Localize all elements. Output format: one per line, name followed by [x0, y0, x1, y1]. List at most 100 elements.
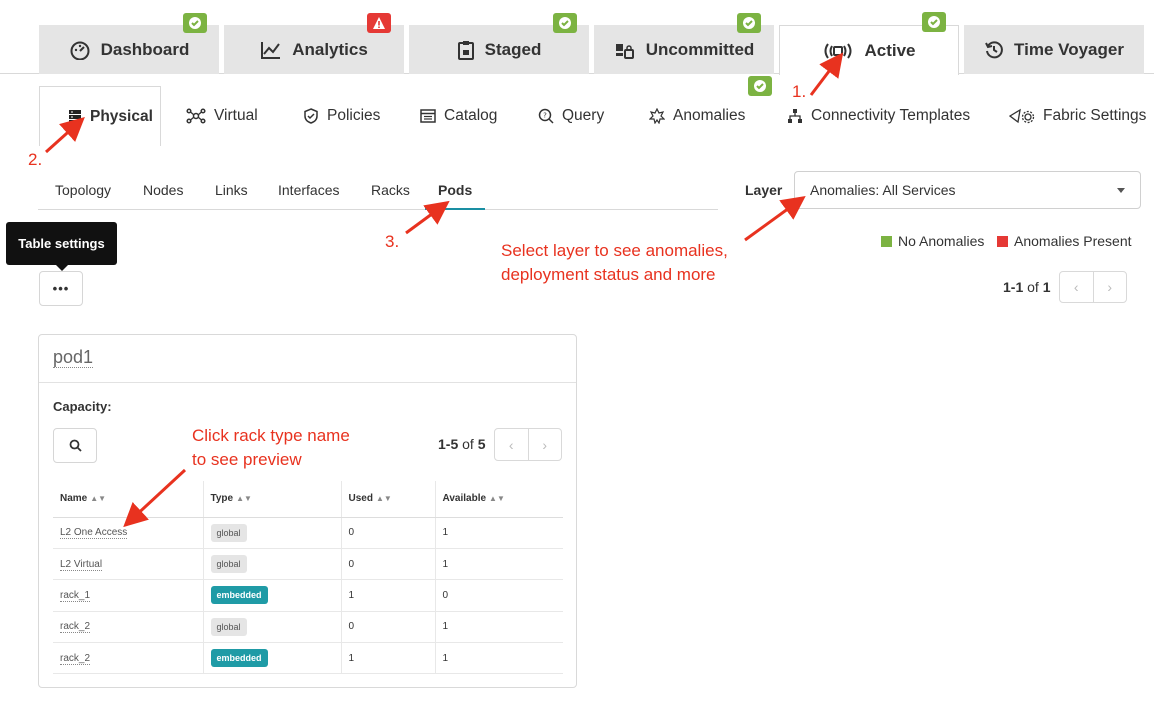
- column-header-used[interactable]: Used ▲▼: [340, 481, 435, 518]
- staged-icon: [457, 40, 475, 60]
- tab-label: Fabric Settings: [1043, 107, 1147, 124]
- type-cell: embedded: [202, 579, 341, 612]
- pagination-of: of: [1027, 279, 1039, 295]
- pod-card: pod1 Capacity: 1-5 of 5 ‹ › Name ▲▼ Type ▲…: [38, 334, 577, 688]
- column-header-name[interactable]: Name ▲▼: [53, 481, 203, 518]
- connectivity-icon: [787, 108, 803, 124]
- tab-label: Active: [864, 40, 916, 60]
- tab-label: Policies: [327, 107, 381, 124]
- warning-badge-icon: [367, 13, 391, 33]
- tab-time-voyager[interactable]: Time Voyager: [964, 25, 1144, 74]
- tab-label: Connectivity Templates: [811, 107, 971, 124]
- rack-type-link[interactable]: L2 One Access: [60, 527, 128, 540]
- available-cell: 1: [434, 642, 563, 675]
- legend-label: Anomalies Present: [1014, 233, 1132, 249]
- pod-name[interactable]: pod1: [53, 347, 94, 368]
- layer-label: Layer: [745, 182, 783, 198]
- rack-type-name-cell[interactable]: rack_2: [53, 642, 203, 675]
- ok-badge-icon: [922, 12, 946, 32]
- tab-virtual[interactable]: Virtual: [186, 86, 258, 146]
- rack-type-name-cell[interactable]: L2 One Access: [53, 517, 203, 549]
- sub-nav: Topology Nodes Links Interfaces Racks Po…: [38, 172, 718, 210]
- annotation-step-2: 2.: [28, 150, 43, 169]
- pagination-of: of: [462, 436, 474, 452]
- pagination-range: 1-1: [1003, 279, 1024, 295]
- table-row: L2 One Access global 0 1: [53, 517, 563, 549]
- tab-connectivity-templates[interactable]: Connectivity Templates: [787, 86, 970, 146]
- annotation-layer-hint-2: deployment status and more: [501, 265, 716, 284]
- caret-down-icon: [1117, 187, 1125, 193]
- type-badge: global: [210, 523, 247, 542]
- column-header-type[interactable]: Type ▲▼: [202, 481, 341, 518]
- subtab-links[interactable]: Links: [215, 172, 248, 210]
- table-row: rack_2 global 0 1: [53, 611, 563, 644]
- available-cell: 0: [434, 579, 563, 612]
- type-badge: global: [210, 617, 247, 636]
- table-settings-tooltip: Table settings: [6, 222, 117, 265]
- available-cell: 1: [434, 611, 563, 644]
- search-icon: [69, 439, 82, 452]
- layer-select-value: Anomalies: All Services: [810, 182, 956, 198]
- capacity-label: Capacity:: [53, 399, 112, 414]
- legend-no-anomalies: No Anomalies: [881, 233, 984, 249]
- rack-type-link[interactable]: rack_1: [60, 589, 91, 602]
- type-cell: global: [202, 611, 341, 644]
- time-voyager-icon: [984, 40, 1004, 60]
- tab-policies[interactable]: Policies: [303, 86, 380, 146]
- tab-label: Query: [562, 107, 605, 124]
- table-row: L2 Virtual global 0 1: [53, 548, 563, 581]
- annotation-rack-hint-2: to see preview: [192, 450, 302, 469]
- subtab-pods[interactable]: Pods: [425, 172, 485, 210]
- type-cell: embedded: [202, 642, 341, 675]
- uncommitted-icon: [614, 40, 636, 60]
- available-cell: 1: [434, 548, 563, 581]
- tab-active[interactable]: Active: [779, 25, 959, 75]
- used-cell: 0: [340, 611, 435, 644]
- rack-type-name-cell[interactable]: rack_1: [53, 579, 203, 612]
- tab-label: Virtual: [214, 107, 258, 124]
- subtab-racks[interactable]: Racks: [371, 172, 410, 210]
- sort-icon: ▲▼: [375, 494, 392, 504]
- tab-query[interactable]: ? Query: [538, 86, 604, 146]
- svg-text:?: ?: [543, 112, 547, 120]
- search-button[interactable]: [53, 428, 97, 463]
- table-row: rack_1 embedded 1 0: [53, 579, 563, 612]
- tab-catalog[interactable]: Catalog: [420, 86, 497, 146]
- sort-icon: ▲▼: [90, 494, 107, 504]
- rack-type-link[interactable]: L2 Virtual: [60, 558, 103, 571]
- subtab-topology[interactable]: Topology: [55, 172, 111, 210]
- next-page-icon[interactable]: ›: [1094, 272, 1127, 302]
- tab-anomalies[interactable]: Anomalies: [649, 86, 745, 146]
- used-cell: 1: [340, 642, 435, 675]
- used-cell: 0: [340, 548, 435, 581]
- tab-label: Uncommitted: [645, 39, 755, 59]
- next-page-icon[interactable]: ›: [529, 429, 562, 460]
- virtual-icon: [186, 108, 206, 124]
- sort-icon: ▲▼: [489, 494, 505, 504]
- column-label: Type: [210, 493, 234, 505]
- subtab-nodes[interactable]: Nodes: [143, 172, 183, 210]
- layer-select[interactable]: Anomalies: All Services: [794, 171, 1141, 209]
- annotation-step-1: 1.: [792, 82, 807, 101]
- tab-label: Physical: [90, 107, 153, 125]
- pagination-controls: ‹ ›: [1059, 271, 1127, 303]
- tab-fabric-settings[interactable]: Fabric Settings: [1009, 86, 1146, 146]
- prev-page-icon[interactable]: ‹: [495, 429, 529, 460]
- tab-label: Anomalies: [673, 107, 746, 124]
- column-header-available[interactable]: Available ▲▼: [434, 481, 563, 518]
- available-cell: 1: [434, 517, 563, 549]
- prev-page-icon[interactable]: ‹: [1060, 272, 1094, 302]
- anomalies-icon: [649, 108, 665, 124]
- rack-type-link[interactable]: rack_2: [60, 652, 91, 665]
- policies-icon: [303, 108, 319, 124]
- annotation-step-3: 3.: [385, 232, 400, 251]
- table-settings-button[interactable]: •••: [39, 271, 83, 306]
- pagination-total: 1: [1042, 279, 1051, 295]
- rack-type-name-cell[interactable]: rack_2: [53, 611, 203, 644]
- legend-swatch: [881, 235, 892, 247]
- rack-type-name-cell[interactable]: L2 Virtual: [53, 548, 203, 581]
- tab-physical[interactable]: Physical: [39, 86, 161, 146]
- rack-type-link[interactable]: rack_2: [60, 621, 91, 634]
- subtab-interfaces[interactable]: Interfaces: [278, 172, 339, 210]
- tab-label: Time Voyager: [1014, 39, 1124, 59]
